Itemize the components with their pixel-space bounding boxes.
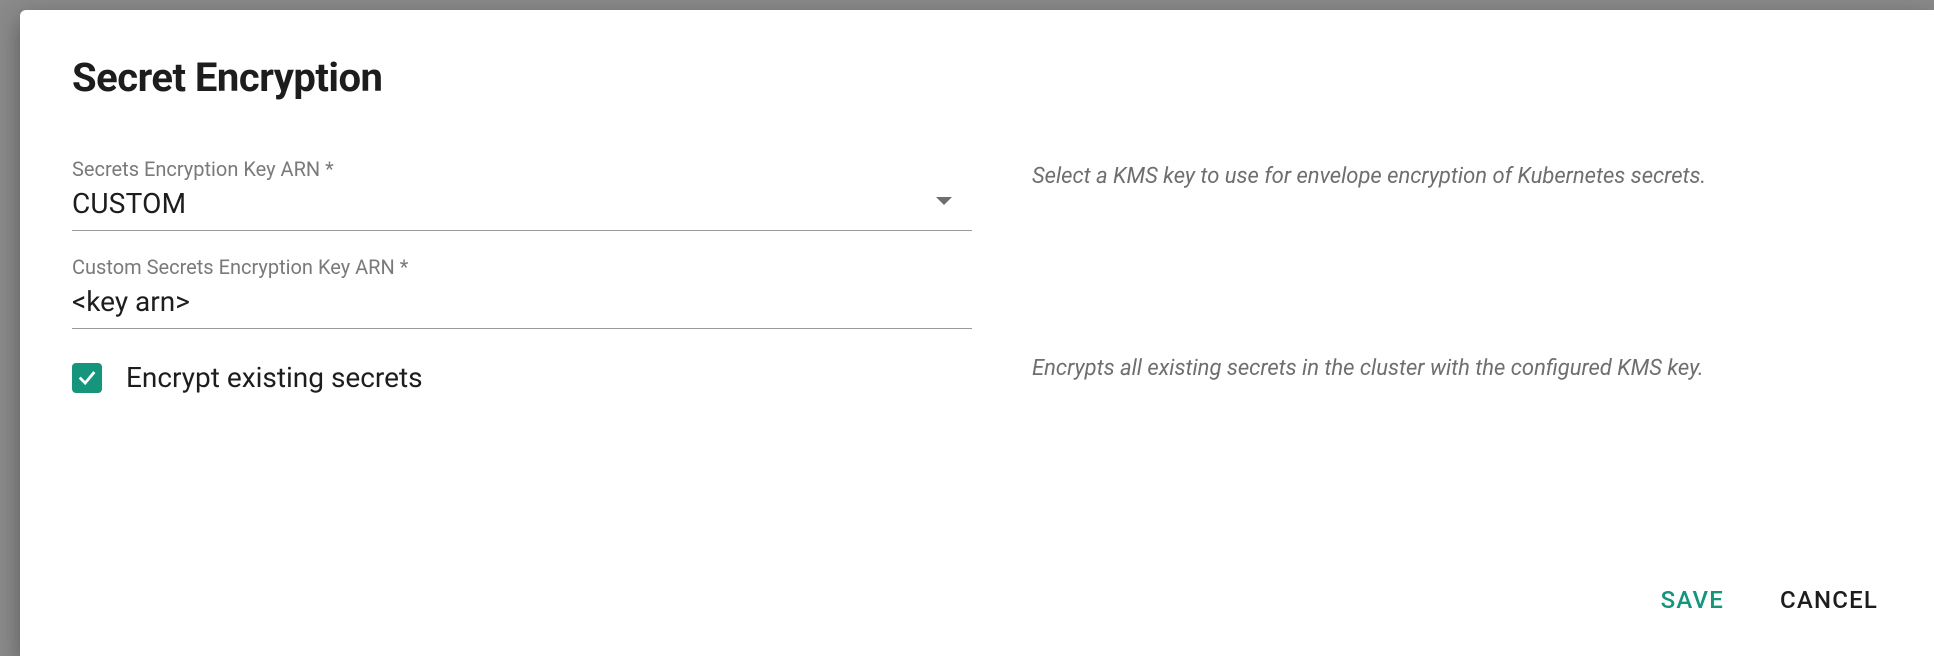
arn-select-value: CUSTOM <box>72 187 186 220</box>
secret-encryption-dialog: Secret Encryption Secrets Encryption Key… <box>20 10 1934 656</box>
encrypt-existing-checkbox[interactable] <box>72 363 102 393</box>
encrypt-existing-label: Encrypt existing secrets <box>126 361 423 394</box>
cancel-button[interactable]: CANCEL <box>1776 580 1882 620</box>
save-button[interactable]: SAVE <box>1657 580 1728 620</box>
arn-select[interactable]: CUSTOM <box>72 187 972 231</box>
custom-arn-input[interactable]: <key arn> <box>72 285 972 329</box>
encrypt-existing-row: Encrypt existing secrets Encrypts all ex… <box>72 349 1882 394</box>
arn-select-row: Secrets Encryption Key ARN * CUSTOM Cust… <box>72 157 1882 329</box>
custom-arn-value: <key arn> <box>72 285 190 318</box>
chevron-down-icon <box>936 197 952 205</box>
arn-select-help: Select a KMS key to use for envelope enc… <box>1032 161 1882 193</box>
custom-arn-label: Custom Secrets Encryption Key ARN * <box>72 255 972 279</box>
dialog-actions: SAVE CANCEL <box>72 544 1882 620</box>
check-icon <box>76 366 98 388</box>
dialog-title: Secret Encryption <box>72 54 1882 101</box>
encrypt-existing-help: Encrypts all existing secrets in the clu… <box>1032 353 1882 385</box>
arn-select-label: Secrets Encryption Key ARN * <box>72 157 972 181</box>
